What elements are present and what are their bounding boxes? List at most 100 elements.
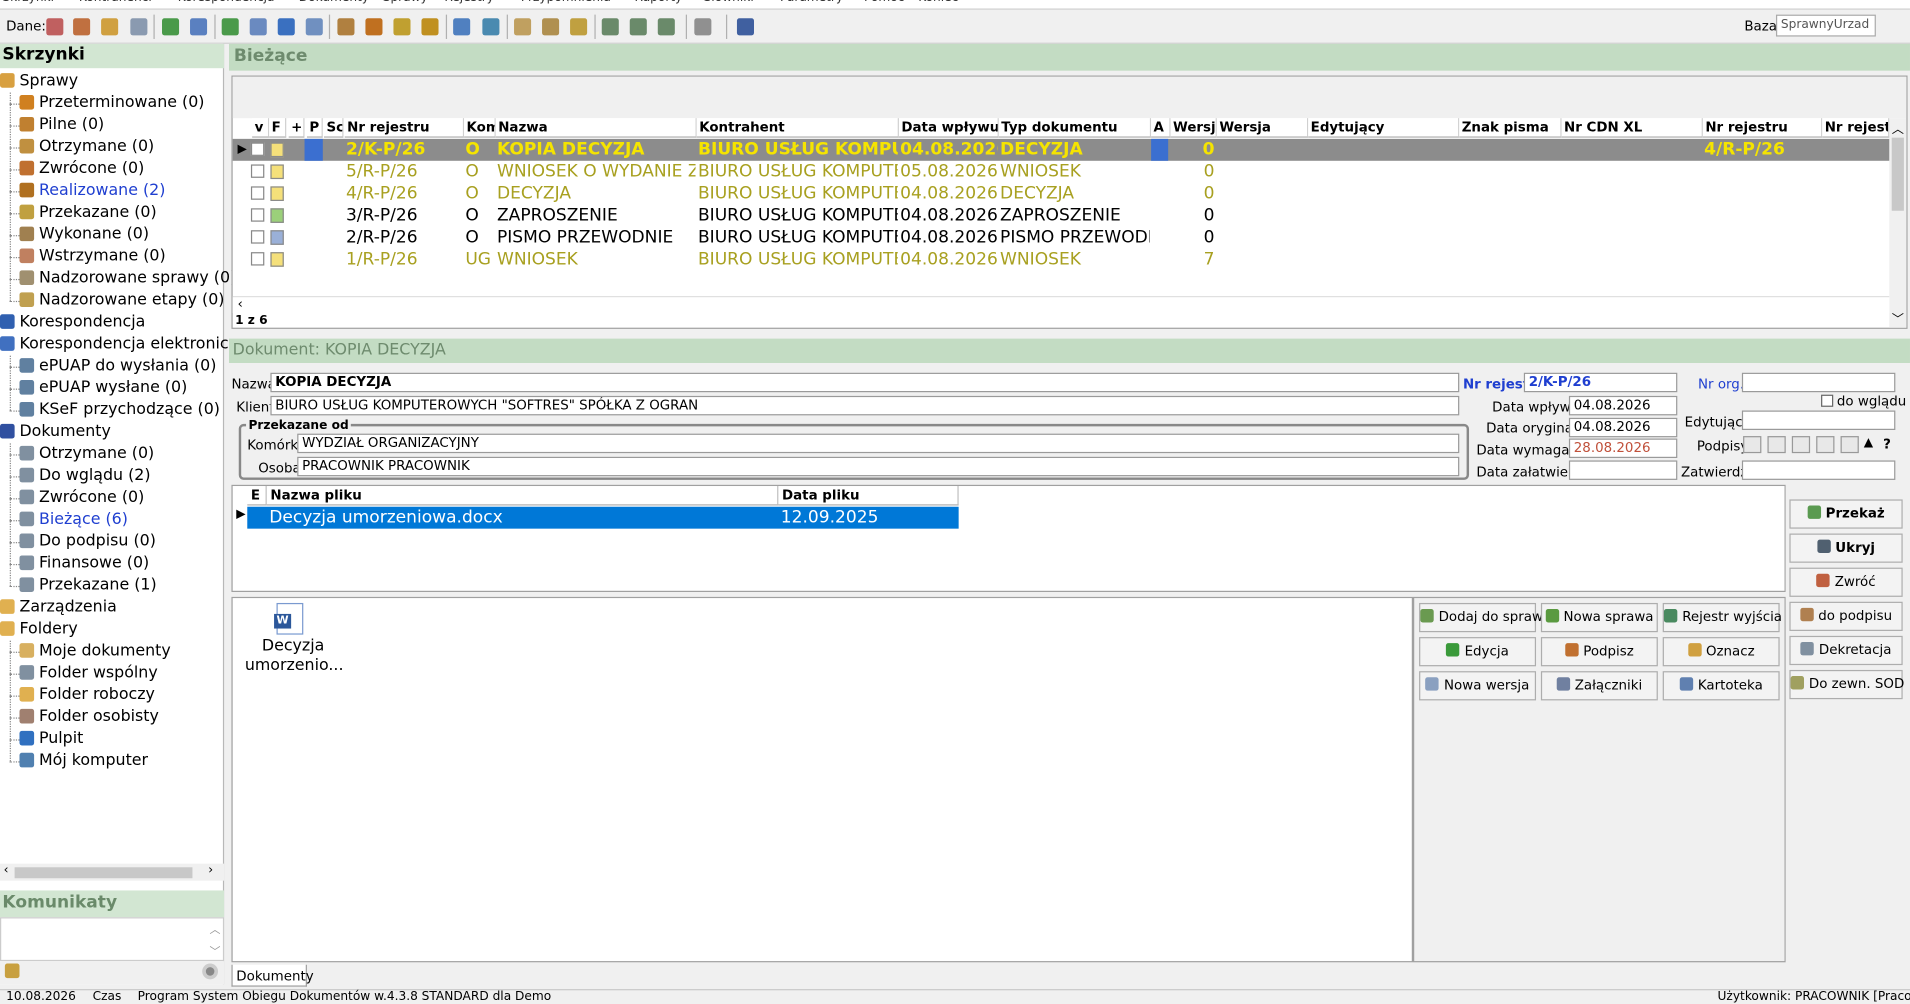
nowa-wersja-button[interactable]: Nowa wersja	[1419, 671, 1537, 701]
tree-item[interactable]: Moje dokumenty	[19, 641, 171, 663]
tree-item[interactable]: Nadzorowane sprawy (0)	[19, 268, 236, 290]
grid-column-header[interactable]: Nr CDN XL	[1561, 118, 1703, 138]
menu-item[interactable]: Słowniki	[704, 0, 754, 5]
table-row[interactable]: ▶ 2/K-P/26 O KOPIA DECYZJA BIURO USŁUG KOMPU…	[232, 138, 1890, 161]
do-wgladu-checkbox[interactable]	[1821, 394, 1834, 407]
table-row[interactable]: 3/R-P/26 O ZAPROSZENIE BIURO USŁUG KOMPUTER…	[233, 205, 1890, 227]
tree-item[interactable]: Mój komputer	[19, 750, 148, 772]
menu-item[interactable]: Koniec	[918, 0, 958, 5]
bundle3-icon[interactable]	[570, 18, 588, 36]
bundle-icon[interactable]	[514, 18, 532, 36]
grid-column-header[interactable]: F	[269, 118, 287, 138]
menu-item[interactable]: Raporty	[634, 0, 682, 5]
tree-item[interactable]: Wykonane (0)	[19, 224, 149, 246]
grid-column-header[interactable]: P	[306, 118, 323, 138]
forward-icon[interactable]	[393, 18, 411, 36]
signature-slot[interactable]	[1743, 436, 1762, 454]
tree-item[interactable]: ePUAP do wysłania (0)	[19, 356, 216, 378]
tree-item[interactable]: Przekazane (0)	[19, 202, 157, 224]
grid-column-header[interactable]: Kontrahent	[696, 118, 899, 138]
tree-item[interactable]: Folder roboczy	[19, 685, 155, 707]
row-checkbox[interactable]	[250, 186, 265, 200]
menu-item[interactable]: Przypomnienia	[521, 0, 611, 5]
page-icon[interactable]	[249, 18, 267, 36]
tree-item[interactable]: Wstrzymane (0)	[19, 246, 166, 268]
scroll-left-icon[interactable]: ‹	[4, 864, 9, 877]
do-zewn-sod-button[interactable]: Do zewn. SOD	[1789, 669, 1904, 700]
row-checkbox[interactable]	[250, 164, 265, 178]
grid-column-header[interactable]: Edytujący	[1308, 118, 1460, 138]
tree-item[interactable]: Przeterminowane (0)	[19, 93, 204, 115]
data-zalatwienia-field[interactable]	[1568, 460, 1678, 480]
osoba-field[interactable]: PRACOWNIK PRACOWNIK	[297, 456, 1460, 477]
col-e[interactable]: E	[247, 486, 267, 506]
rejestr-wyjscia-button[interactable]: Rejestr wyjścia	[1662, 602, 1782, 633]
tree-item[interactable]: Nadzorowane etapy (0)	[19, 290, 224, 312]
case-icon[interactable]	[337, 18, 355, 36]
menu-item[interactable]: Pomoc	[864, 0, 904, 5]
file-row[interactable]: Decyzja umorzeniowa.docx 12.09.2025 08:4…	[247, 506, 959, 549]
grid-column-header[interactable]: A	[1151, 118, 1171, 138]
zwroc-button[interactable]: Zwróć	[1789, 567, 1903, 597]
grid-column-header[interactable]: Nazwa	[495, 118, 697, 138]
tab-dokumenty[interactable]: Dokumenty	[231, 964, 314, 987]
zalaczniki-button[interactable]: Załączniki	[1540, 671, 1658, 701]
zatwierdzil-field[interactable]	[1741, 460, 1896, 480]
folder-open-icon[interactable]	[101, 18, 119, 36]
menu-item[interactable]: Parametry	[780, 0, 843, 5]
grid-column-header[interactable]: Znak pisma	[1459, 118, 1562, 138]
menu-item[interactable]: Dokumenty	[299, 0, 369, 5]
tree-item[interactable]: Otrzymane (0)	[19, 443, 154, 465]
scroll-right-icon[interactable]: ›	[208, 864, 213, 877]
nazwa-field[interactable]: KOPIA DECYZJA	[270, 372, 1460, 393]
box-icon[interactable]	[365, 18, 383, 36]
dodaj-do-sprawy-button[interactable]: Dodaj do sprawy	[1419, 602, 1551, 633]
tree-item[interactable]: KSeF przychodzące (0)	[19, 400, 220, 422]
grid-column-header[interactable]: Sc	[324, 118, 344, 138]
next-page-icon[interactable]	[277, 18, 295, 36]
scroll-down-icon[interactable]: ﹀	[210, 943, 221, 958]
new-doc-icon[interactable]	[130, 18, 148, 36]
tree-item[interactable]: Zwrócone (0)	[19, 158, 144, 180]
speaker-icon[interactable]	[4, 963, 20, 979]
scroll-down-icon[interactable]: ﹀	[1892, 308, 1904, 326]
users-icon[interactable]	[46, 18, 64, 36]
tree-item[interactable]: Przekazane (1)	[19, 575, 157, 597]
tree-item[interactable]: Do podpisu (0)	[19, 531, 156, 553]
scroll-thumb[interactable]	[14, 867, 193, 879]
baza-field[interactable]: SprawnyUrzad	[1775, 14, 1876, 37]
oznacz-button[interactable]: Oznacz	[1662, 637, 1780, 667]
grid-vscroll[interactable]: ︿ ﹀	[1889, 118, 1907, 328]
menu-item[interactable]: Sprawy	[383, 0, 428, 5]
grid-column-header[interactable]: Typ dokumentu	[998, 118, 1152, 138]
col-file-name[interactable]: Nazwa pliku	[266, 486, 779, 506]
grid-column-header[interactable]: Nr rejestru	[344, 118, 465, 138]
grid-column-header[interactable]: Wersja	[1170, 118, 1217, 138]
signature-slot[interactable]	[1816, 436, 1835, 454]
reminder-icon[interactable]	[453, 18, 471, 36]
tree-item[interactable]: Folder osobisty	[19, 706, 159, 728]
menu-item[interactable]: Kontrahenci	[79, 0, 152, 5]
tree-item[interactable]: Pulpit	[19, 728, 83, 750]
grid-column-header[interactable]: Nr rejestru	[1702, 118, 1823, 138]
menu-item[interactable]: Korespondencja	[178, 0, 275, 5]
data-wplywu-field[interactable]: 04.08.2026	[1568, 395, 1678, 416]
grid-column-header[interactable]: +	[288, 118, 305, 138]
refresh-icon[interactable]	[482, 18, 500, 36]
klient-field[interactable]: BIURO USŁUG KOMPUTEROWYCH "SOFTRES" SPÓŁ…	[270, 395, 1460, 416]
tree-item[interactable]: Foldery	[0, 619, 78, 641]
tree-item[interactable]: Korespondencja elektroniczr	[0, 334, 243, 356]
grid-column-header[interactable]: Kom	[464, 118, 496, 138]
chart-icon[interactable]	[421, 18, 439, 36]
row-checkbox[interactable]	[250, 252, 265, 266]
tree-item[interactable]: Sprawy	[0, 71, 78, 93]
menu-item[interactable]: Rejestry	[444, 0, 494, 5]
row-checkbox[interactable]	[250, 230, 265, 244]
nr-rejestr-field[interactable]: 2/K-P/26	[1523, 372, 1678, 393]
col-file-date[interactable]: Data pliku	[778, 486, 959, 506]
nowa-sprawa-button[interactable]: Nowa sprawa	[1540, 602, 1658, 633]
tree-item[interactable]: Folder wspólny	[19, 663, 158, 685]
split-icon[interactable]	[601, 18, 619, 36]
menu-item[interactable]: Skrzynki	[2, 0, 54, 5]
tree-item[interactable]: Zwrócone (0)	[19, 487, 144, 509]
